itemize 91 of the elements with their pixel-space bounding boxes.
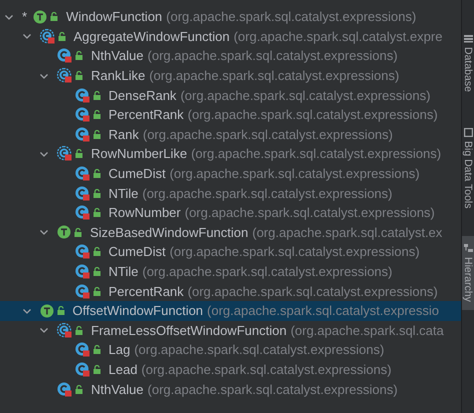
lock-icon [92, 130, 100, 139]
class-icon [74, 166, 90, 182]
trait-icon [57, 225, 71, 240]
class-name[interactable]: SizeBasedWindowFunction [90, 224, 248, 240]
lock-icon [92, 286, 100, 296]
package-name: (org.apache.spark.sql.catalyst.expressions) [141, 362, 392, 377]
class-name[interactable]: CumeDist [108, 166, 166, 182]
trait-icon [40, 304, 54, 318]
lock-icon [75, 71, 83, 80]
square-icon [464, 128, 472, 137]
class-name[interactable]: Lag [108, 342, 130, 358]
database-icon [464, 34, 472, 43]
class-name[interactable]: CumeDist [108, 244, 166, 260]
package-name: (org.apache.spark.sql.catalyst.expressions) [180, 88, 430, 103]
package-name: (org.apache.spark.sql.catalyst.expressions) [170, 244, 420, 260]
class-icon [74, 205, 90, 220]
class-name[interactable]: FrameLessOffsetWindowFunction [91, 322, 287, 338]
lock-icon [75, 51, 83, 60]
package-name: (org.apache.spark.sql.catalyst.expressio [207, 303, 439, 318]
package-name: (org.apache.spark.sql.catalyst.expressions) [188, 284, 438, 299]
trait-icon [33, 10, 48, 24]
lock-icon [92, 247, 100, 256]
marker-symbol: * [22, 9, 28, 24]
chevron-icon[interactable] [39, 227, 49, 238]
class-name[interactable]: Lead [108, 362, 138, 377]
package-name: (org.apache.spark.sql.catalyst.expressions) [148, 382, 398, 397]
package-name: (org.apache.spark.sql.catalyst.expressions) [142, 126, 393, 142]
class-icon [74, 244, 90, 260]
selected-row-highlight[interactable]: OffsetWindowFunction (org.apache.spark.sql.catalyst.expressio [0, 300, 461, 320]
class-icon [74, 284, 90, 299]
lock-icon [75, 384, 83, 394]
lock-icon [92, 345, 100, 354]
class-icon [74, 264, 90, 280]
class-name[interactable]: PercentRank [108, 284, 184, 299]
package-name: (org.apache.spark.sql.catalyst.expressions) [142, 264, 392, 280]
lock-icon [56, 306, 64, 316]
class-name[interactable]: NTile [108, 186, 138, 201]
package-name: (org.apache.spark.sql.catalyst.expressions) [184, 205, 435, 220]
package-name: (org.apache.spark.sql.catalyst.ex [252, 224, 442, 240]
abstract-class-icon [57, 322, 72, 338]
class-name[interactable]: RowNumber [108, 205, 181, 220]
tool-window-tab[interactable]: Hierarchy [462, 236, 474, 310]
package-name: (org.apache.spark.sql.catalyst.expressions) [191, 146, 442, 162]
lock-icon [92, 169, 100, 178]
class-icon [74, 342, 90, 358]
class-icon [74, 126, 90, 142]
lock-icon [92, 364, 100, 374]
class-icon [74, 362, 90, 377]
lock-icon [92, 208, 100, 218]
package-name: (org.apache.spark.sql.catalyst.expressions) [142, 186, 392, 201]
tool-window-tab[interactable]: Database [462, 26, 474, 100]
class-name[interactable]: NthValue [91, 382, 144, 397]
abstract-class-icon [57, 146, 72, 162]
class-name[interactable]: AggregateWindowFunction [74, 28, 230, 44]
lock-icon [92, 188, 100, 198]
class-name[interactable]: Rank [108, 126, 139, 142]
chevron-icon[interactable] [22, 31, 32, 42]
class-name[interactable]: RowNumberLike [91, 146, 188, 162]
tool-window-tab[interactable]: Big Data Tools [462, 120, 474, 216]
class-name[interactable]: OffsetWindowFunction [72, 303, 204, 318]
lock-icon [92, 90, 100, 100]
lock-icon [92, 110, 100, 120]
lock-icon [75, 149, 83, 158]
package-name: (org.apache.spark.sql.catalyst.expressions) [188, 107, 438, 122]
lock-icon [75, 326, 83, 335]
class-name[interactable]: PercentRank [108, 107, 184, 122]
class-icon [74, 107, 90, 122]
class-name[interactable]: NthValue [91, 48, 144, 64]
class-name[interactable]: RankLike [91, 68, 146, 84]
class-icon [57, 382, 72, 397]
class-name[interactable]: DenseRank [108, 88, 176, 103]
class-name[interactable]: WindowFunction [66, 9, 162, 24]
package-name: (org.apache.spark.sql.catalyst.expressions) [148, 48, 398, 64]
class-icon [74, 186, 90, 201]
package-name: (org.apache.spark.sql.catalyst.expressions) [166, 9, 416, 24]
package-name: (org.apache.spark.sql.catalyst.expre [234, 28, 442, 44]
lock-icon [74, 228, 82, 237]
hierarchy-icon [464, 244, 472, 254]
lock-icon [50, 12, 58, 22]
chevron-icon[interactable] [39, 325, 49, 336]
lock-icon [92, 267, 100, 276]
class-name[interactable]: NTile [108, 264, 138, 280]
class-icon [57, 48, 72, 64]
package-name: (org.apache.spark.sql.catalyst.expressions) [134, 342, 384, 358]
abstract-class-icon [40, 28, 54, 44]
abstract-class-icon [57, 68, 72, 84]
lock-icon [58, 32, 66, 41]
class-icon [74, 88, 90, 103]
package-name: (org.apache.spark.sql.catalyst.expressions) [170, 166, 420, 182]
package-name: (org.apache.spark.sql.catalyst.expressions) [149, 68, 400, 84]
package-name: (org.apache.spark.sql.cata [290, 322, 444, 338]
